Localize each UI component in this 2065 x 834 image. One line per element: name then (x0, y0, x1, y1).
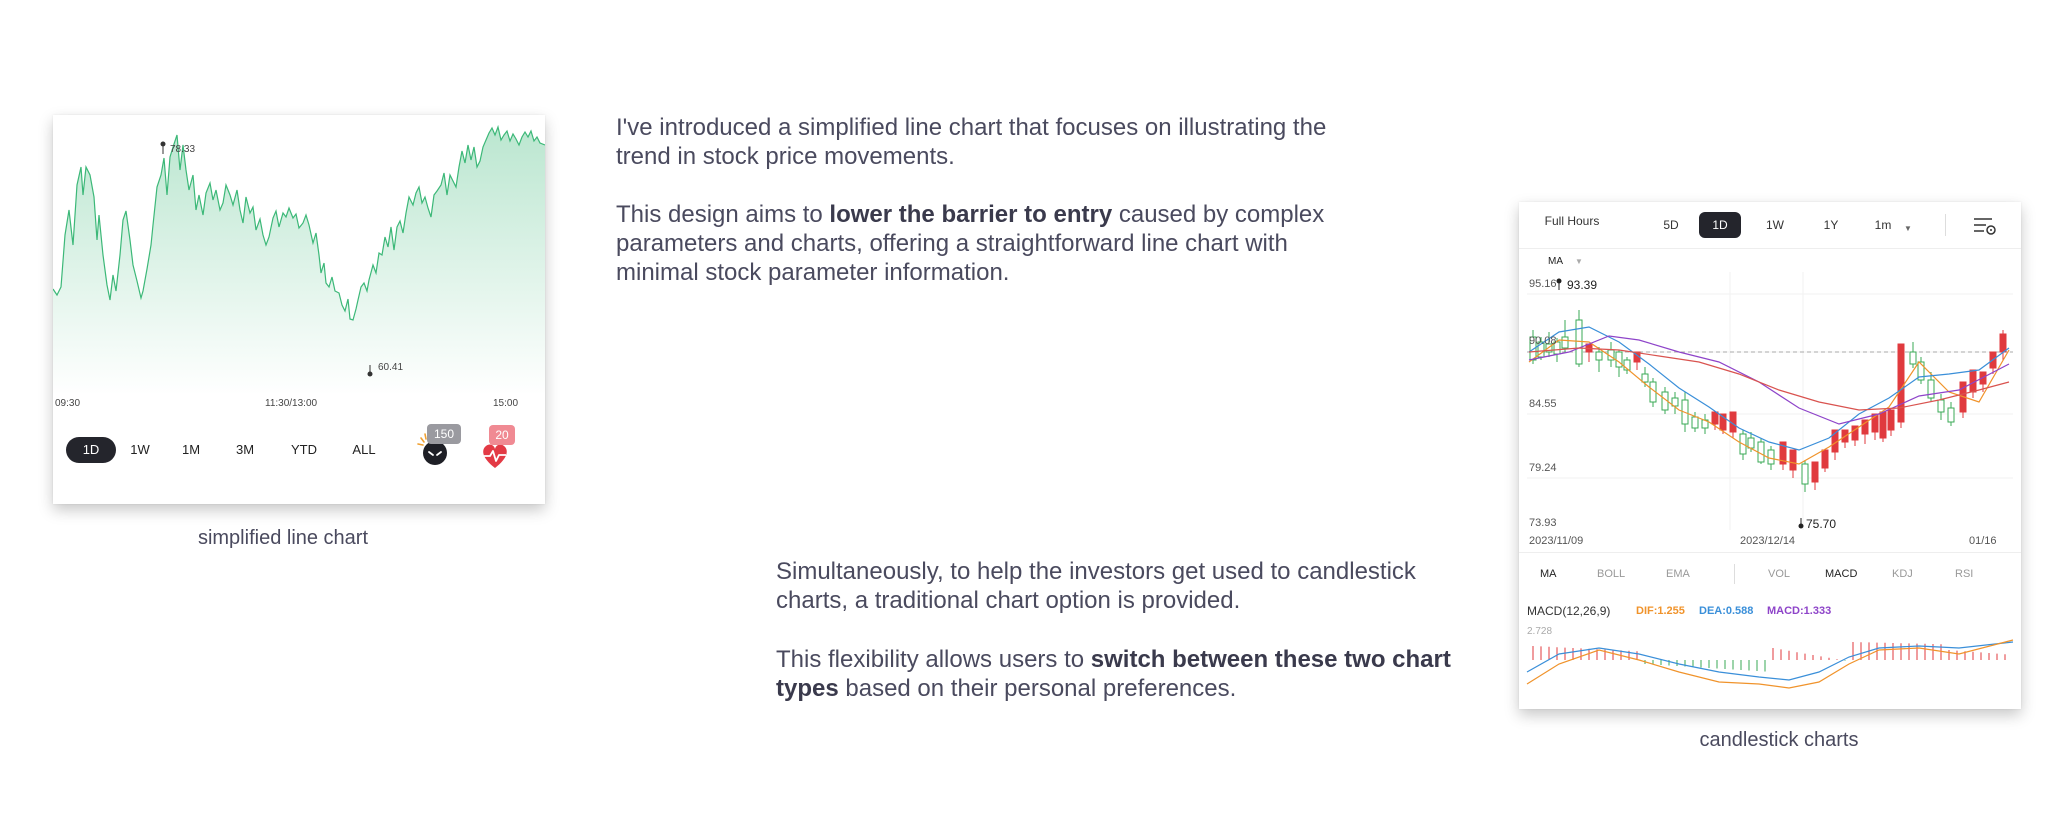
simple-line-chart-card: 78.33 60.41 09:30 11:30/13:00 15:00 1D 1… (53, 115, 545, 504)
barrier-text-bold: lower the barrier to entry (829, 201, 1113, 228)
y-tick-2: 90.08 (1529, 335, 1557, 347)
switch-text-before: This flexibility allows users to (776, 646, 1091, 673)
candle (1999, 333, 2007, 353)
candle (1595, 351, 1603, 361)
heart-pulse-icon[interactable] (480, 441, 510, 471)
candle (1897, 343, 1905, 423)
max-price-label: 78.33 (170, 144, 196, 155)
y-tick-1: 95.16 (1529, 278, 1557, 290)
macd-axis-label: 2.728 (1527, 626, 1553, 637)
low-price-label: 75.70 (1806, 517, 1837, 531)
candle (1937, 399, 1945, 413)
indicator-boll[interactable]: BOLL (1597, 568, 1625, 580)
min-price-label: 60.41 (378, 362, 404, 373)
candle (1561, 336, 1569, 349)
intro-paragraph: I've introduced a simplified line chart … (616, 113, 1356, 171)
y-tick-3: 84.55 (1529, 398, 1557, 410)
switch-text-after: based on their personal preferences. (838, 675, 1237, 702)
indicator-divider-top (1519, 552, 2021, 553)
candlestick-chart-card: Full Hours 5D 1D 1W 1Y 1m ▼ MA ▼ 95.16 9… (1519, 202, 2021, 709)
barrier-text-before: This design aims to (616, 201, 830, 228)
y-tick-4: 79.24 (1529, 462, 1557, 474)
candlestick-caption: candlestick charts (1699, 729, 1859, 751)
candle (1691, 416, 1699, 429)
range-1d-button[interactable]: 1D (66, 437, 116, 463)
min-marker-dot (367, 371, 373, 377)
range-1w-button[interactable]: 1W (120, 437, 160, 463)
indicator-divider (1734, 564, 1735, 584)
x-tick-end: 01/16 (1969, 535, 1997, 547)
range-3m-button[interactable]: 3M (225, 437, 265, 463)
indicator-kdj[interactable]: KDJ (1892, 568, 1913, 580)
range-1m-button[interactable]: 1M (171, 437, 211, 463)
high-price-label: 93.39 (1567, 278, 1598, 292)
candle (1927, 379, 1935, 399)
macd-title: MACD(12,26,9) (1527, 604, 1611, 618)
candle (1879, 411, 1887, 439)
candlestick-intro-text: Simultaneously, to help the investors ge… (776, 558, 1416, 614)
indicator-rsi[interactable]: RSI (1955, 568, 1973, 580)
dea-line (1526, 641, 2014, 681)
candle (1641, 373, 1649, 383)
indicator-ema[interactable]: EMA (1666, 568, 1690, 580)
x-tick-close: 15:00 (493, 398, 519, 409)
macd-dea: DEA:0.588 (1699, 605, 1754, 617)
x-tick-mid: 2023/12/14 (1740, 535, 1796, 547)
macd-value: MACD:1.333 (1767, 605, 1832, 617)
x-tick-midday: 11:30/13:00 (265, 398, 318, 409)
indicator-macd[interactable]: MACD (1825, 568, 1857, 580)
simple-chart-caption: simplified line chart (197, 527, 369, 549)
candle (1767, 449, 1775, 465)
barrier-paragraph: This design aims to lower the barrier to… (616, 200, 1356, 287)
price-area (53, 127, 545, 395)
switch-paragraph: This flexibility allows users to switch … (776, 645, 1456, 703)
bear-count-badge: 150 (427, 424, 461, 444)
x-tick-start: 2023/11/09 (1529, 535, 1584, 547)
high-marker-dot (1556, 278, 1562, 284)
candle (1887, 409, 1895, 431)
range-all-button[interactable]: ALL (342, 437, 386, 463)
candlestick-intro-paragraph: Simultaneously, to help the investors ge… (776, 557, 1476, 615)
indicator-ma[interactable]: MA (1540, 568, 1557, 580)
candle (1811, 461, 1819, 483)
candle (1747, 437, 1755, 449)
low-marker-dot (1798, 523, 1804, 529)
max-marker-dot (160, 141, 166, 147)
candle (1801, 463, 1809, 485)
y-tick-5: 73.93 (1529, 517, 1557, 529)
intro-text: I've introduced a simplified line chart … (616, 114, 1327, 170)
candle (1947, 407, 1955, 423)
candle (1615, 351, 1623, 368)
candle (1821, 449, 1829, 469)
macd-dif: DIF:1.255 (1636, 605, 1685, 617)
bull-count-badge: 20 (489, 425, 515, 445)
candle (1789, 449, 1797, 471)
x-tick-open: 09:30 (55, 398, 81, 409)
range-ytd-button[interactable]: YTD (282, 437, 326, 463)
candle (1711, 411, 1719, 425)
indicator-vol[interactable]: VOL (1768, 568, 1790, 580)
candle (1909, 351, 1917, 365)
